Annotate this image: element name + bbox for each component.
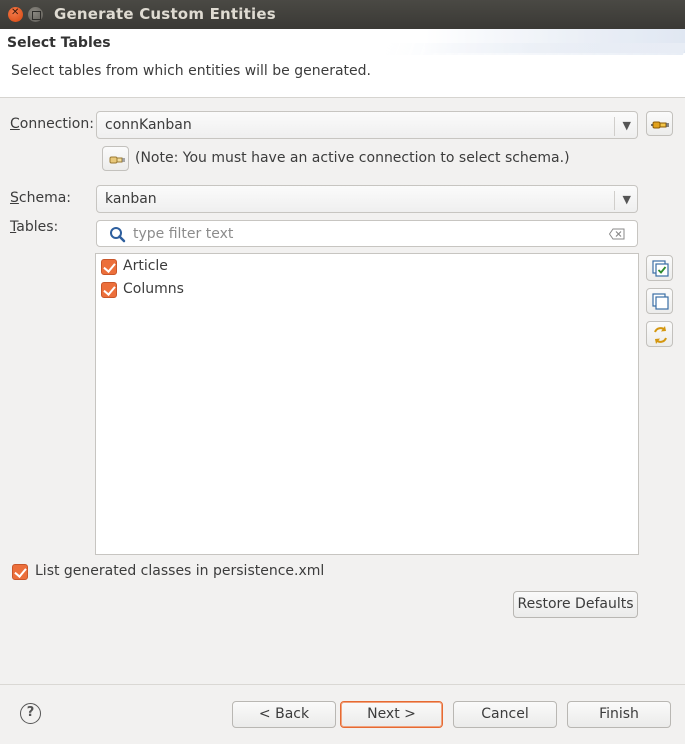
cancel-button[interactable]: Cancel (453, 701, 557, 728)
connection-combo[interactable]: connKanban ▼ (96, 111, 638, 139)
list-item-label: Columns (123, 281, 184, 297)
filter-placeholder: type filter text (133, 226, 234, 242)
page-description: Select tables from which entities will b… (11, 63, 371, 79)
reconnect-button[interactable] (102, 146, 129, 171)
wizard-header: Select Tables Select tables from which e… (0, 29, 685, 98)
page-title: Select Tables (7, 35, 111, 51)
help-icon[interactable]: ? (20, 703, 41, 724)
connection-value: connKanban (105, 117, 192, 133)
list-item-label: Article (123, 258, 168, 274)
clear-filter-icon[interactable] (609, 228, 625, 240)
table-checkbox[interactable] (101, 259, 117, 275)
chevron-down-icon: ▼ (622, 193, 631, 206)
header-decoration (425, 29, 685, 53)
list-generated-label: List generated classes in persistence.xm… (35, 563, 325, 579)
window-maximize-icon[interactable] (28, 7, 43, 22)
list-generated-checkbox[interactable] (12, 564, 28, 580)
table-filter-input[interactable]: type filter text (96, 220, 638, 247)
window-close-icon[interactable] (8, 7, 23, 22)
plug-icon (109, 156, 125, 164)
list-generated-option[interactable]: List generated classes in persistence.xm… (12, 563, 342, 583)
refresh-button[interactable] (646, 321, 673, 347)
select-all-icon (652, 260, 669, 277)
deselect-all-button[interactable] (646, 288, 673, 314)
schema-label: Schema: (10, 190, 72, 206)
divider (0, 684, 685, 685)
back-button[interactable]: < Back (232, 701, 336, 728)
connection-note: (Note: You must have an active connectio… (135, 150, 570, 166)
list-item[interactable]: Columns (101, 281, 401, 301)
connect-button[interactable] (646, 111, 673, 136)
search-icon (110, 227, 126, 243)
tables-list[interactable]: Article Columns (95, 253, 639, 555)
window-title: Generate Custom Entities (54, 5, 276, 23)
finish-button[interactable]: Finish (567, 701, 671, 728)
list-item[interactable]: Article (101, 258, 401, 278)
tables-label: Tables: (10, 219, 59, 235)
schema-value: kanban (105, 191, 157, 207)
restore-defaults-button[interactable]: Restore Defaults (513, 591, 638, 618)
select-all-button[interactable] (646, 255, 673, 281)
connect-plug-icon (651, 121, 669, 129)
table-checkbox[interactable] (101, 282, 117, 298)
deselect-all-icon (652, 293, 669, 310)
title-bar: Generate Custom Entities (0, 0, 685, 29)
next-button[interactable]: Next > (340, 701, 443, 728)
refresh-icon (654, 326, 667, 344)
connection-label: Connection: (10, 116, 94, 132)
chevron-down-icon: ▼ (622, 119, 631, 132)
schema-combo[interactable]: kanban ▼ (96, 185, 638, 213)
